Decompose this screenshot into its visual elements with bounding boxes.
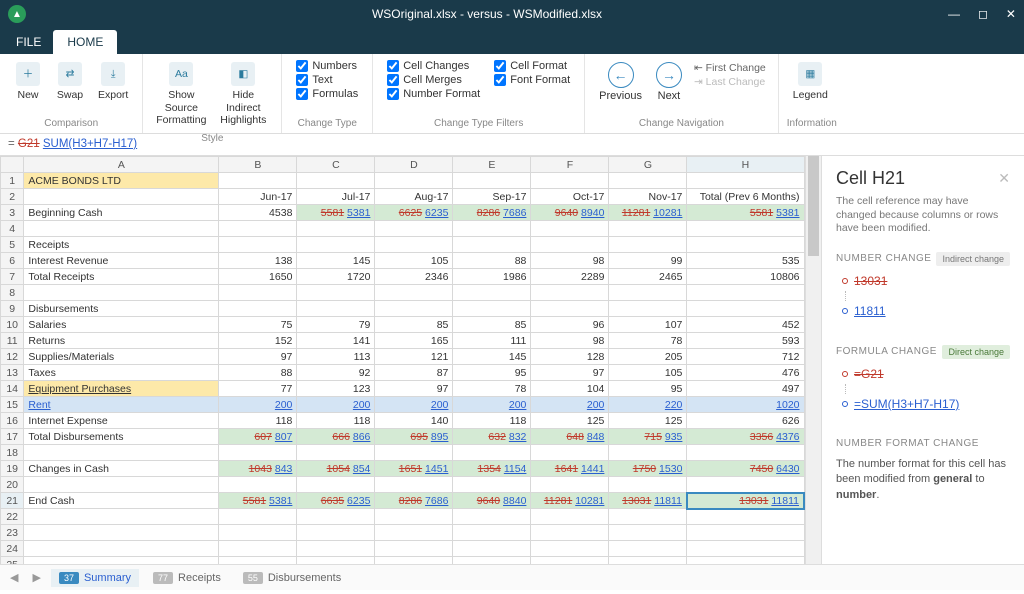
highlights-icon: ◧ xyxy=(231,62,255,86)
export-button[interactable]: ⤓Export xyxy=(92,58,134,106)
first-change-button[interactable]: ⇤ First Change xyxy=(694,62,766,74)
details-panel: Cell H21 ✕ The cell reference may have ch… xyxy=(821,156,1024,564)
formatting-icon: Aa xyxy=(169,62,193,86)
check-numbers[interactable]: Numbers xyxy=(296,60,358,72)
tab-home[interactable]: HOME xyxy=(53,30,117,54)
last-change-button[interactable]: ⇥ Last Change xyxy=(694,76,766,88)
sheet-prev-icon[interactable]: ◀ xyxy=(6,571,22,584)
maximize-icon[interactable]: ◻ xyxy=(978,7,988,21)
vertical-scrollbar[interactable] xyxy=(805,156,821,564)
app-logo-icon: ▲ xyxy=(8,5,26,23)
group-filters-label: Change Type Filters xyxy=(381,116,576,131)
sheet-tab-summary[interactable]: 37Summary xyxy=(51,569,139,587)
group-comparison-label: Comparison xyxy=(8,116,134,131)
panel-close-icon[interactable]: ✕ xyxy=(998,170,1010,187)
check-cell-changes[interactable]: Cell Changes xyxy=(387,60,480,72)
panel-description: The cell reference may have changed beca… xyxy=(836,195,1010,236)
close-icon[interactable]: ✕ xyxy=(1006,7,1016,21)
window-title: WSOriginal.xlsx - versus - WSModified.xl… xyxy=(372,7,602,21)
swap-icon: ⇄ xyxy=(58,62,82,86)
previous-button[interactable]: ←Previous xyxy=(593,58,648,106)
show-source-formatting-button[interactable]: AaShow Source Formatting xyxy=(151,58,211,131)
next-button[interactable]: →Next xyxy=(650,58,688,106)
export-icon: ⤓ xyxy=(101,62,125,86)
legend-icon: ▦ xyxy=(798,62,822,86)
check-font-format[interactable]: Font Format xyxy=(494,74,570,86)
ribbon: ＋New ⇄Swap ⤓Export Comparison AaShow Sou… xyxy=(0,54,1024,134)
group-info-label: Information xyxy=(787,116,837,131)
check-cell-format[interactable]: Cell Format xyxy=(494,60,570,72)
hide-indirect-highlights-button[interactable]: ◧Hide Indirect Highlights xyxy=(213,58,273,131)
group-nav-label: Change Navigation xyxy=(593,116,770,131)
group-style-label: Style xyxy=(151,131,273,146)
menu-tabs: FILE HOME xyxy=(0,28,1024,54)
format-change-text: The number format for this cell has been… xyxy=(836,457,1010,503)
arrow-left-icon: ← xyxy=(608,62,634,88)
table-cell[interactable]: ACME BONDS LTD xyxy=(24,173,219,189)
group-change-type-label: Change Type xyxy=(290,116,364,131)
check-cell-merges[interactable]: Cell Merges xyxy=(387,74,480,86)
new-icon: ＋ xyxy=(16,62,40,86)
title-bar: ▲ WSOriginal.xlsx - versus - WSModified.… xyxy=(0,0,1024,28)
sheet-next-icon[interactable]: ▶ xyxy=(28,571,44,584)
check-text[interactable]: Text xyxy=(296,74,358,86)
check-formulas[interactable]: Formulas xyxy=(296,88,358,100)
sheet-tabs: ◀ ▶ 37Summary 77Receipts 55Disbursements xyxy=(0,564,1024,590)
tab-file[interactable]: FILE xyxy=(4,30,53,54)
sheet-tab-receipts[interactable]: 77Receipts xyxy=(145,569,229,587)
selected-cell: 13031 11811 xyxy=(687,493,804,509)
swap-button[interactable]: ⇄Swap xyxy=(50,58,90,106)
spreadsheet-grid[interactable]: ABCDEFGH 1ACME BONDS LTD 2Jun-17Jul-17Au… xyxy=(0,156,805,564)
arrow-right-icon: → xyxy=(656,62,682,88)
minimize-icon[interactable]: — xyxy=(948,7,960,21)
new-button[interactable]: ＋New xyxy=(8,58,48,106)
legend-button[interactable]: ▦Legend xyxy=(787,58,834,106)
sheet-tab-disbursements[interactable]: 55Disbursements xyxy=(235,569,349,587)
panel-title: Cell H21 xyxy=(836,168,905,189)
check-number-format[interactable]: Number Format xyxy=(387,88,480,100)
